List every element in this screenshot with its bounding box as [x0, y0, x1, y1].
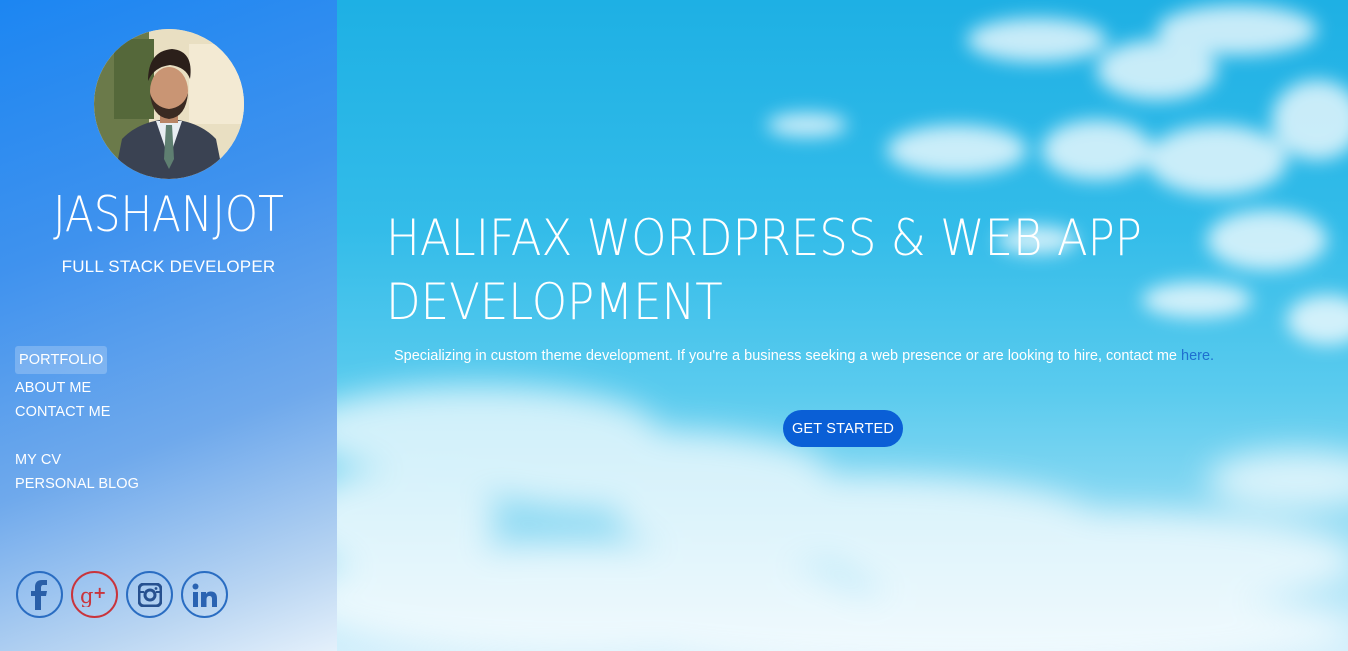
- linkedin-link[interactable]: [181, 571, 228, 618]
- hero-section: HALIFAX WORDPRESS & WEB APP DEVELOPMENT …: [337, 0, 1348, 651]
- nav-item-about-me[interactable]: ABOUT ME: [15, 376, 139, 400]
- google-plus-link[interactable]: g +: [71, 571, 118, 618]
- linkedin-icon: [192, 583, 217, 607]
- hero-headline-line1: HALIFAX WORDPRESS & WEB APP: [386, 209, 1142, 267]
- instagram-icon: [137, 582, 162, 607]
- hero-headline-line2: DEVELOPMENT: [386, 273, 723, 331]
- hero-subtitle-text: Specializing in custom theme development…: [394, 348, 1182, 364]
- nav-item-contact-me[interactable]: CONTACT ME: [15, 400, 139, 424]
- profile-photo: [94, 29, 244, 179]
- hero-headline: HALIFAX WORDPRESS & WEB APP DEVELOPMENT: [386, 206, 1196, 334]
- google-plus-icon: g +: [80, 583, 106, 607]
- hero-subtitle: Specializing in custom theme development…: [394, 348, 1348, 364]
- contact-here-link[interactable]: here.: [1181, 348, 1214, 364]
- instagram-link[interactable]: [126, 571, 173, 618]
- profile-name: JASHANJOT: [53, 186, 284, 243]
- sidebar-nav: PORTFOLIO ABOUT ME CONTACT ME MY CV PERS…: [15, 346, 139, 496]
- facebook-icon: [30, 579, 47, 610]
- get-started-button[interactable]: GET STARTED: [783, 410, 903, 447]
- avatar: [94, 29, 244, 179]
- facebook-link[interactable]: [16, 571, 63, 618]
- nav-item-portfolio[interactable]: PORTFOLIO: [15, 346, 108, 374]
- social-links: g +: [16, 571, 228, 618]
- profile-role: FULL STACK DEVELOPER: [61, 257, 276, 276]
- nav-item-my-cv[interactable]: MY CV: [15, 448, 139, 472]
- svg-text:+: +: [93, 583, 106, 602]
- svg-text:g: g: [80, 584, 93, 607]
- nav-item-personal-blog[interactable]: PERSONAL BLOG: [15, 472, 139, 496]
- sidebar: JASHANJOT FULL STACK DEVELOPER PORTFOLIO…: [0, 0, 337, 651]
